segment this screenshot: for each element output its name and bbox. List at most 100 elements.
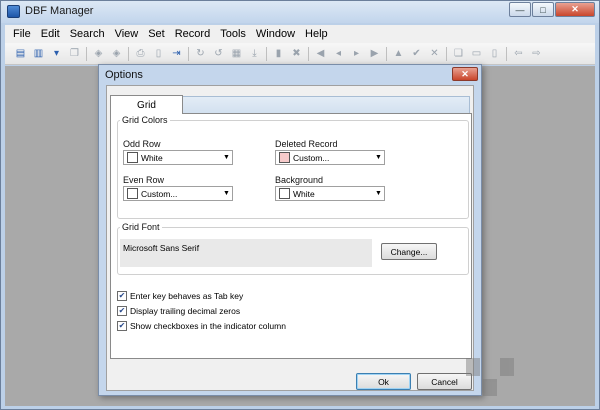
download-icon[interactable]: ⤓ <box>247 47 262 61</box>
option-enter-as-tab[interactable]: ✔ Enter key behaves as Tab key <box>117 291 243 301</box>
watermark-cell <box>483 358 497 376</box>
title-bar[interactable]: DBF Manager — □ ✕ <box>1 1 599 23</box>
chevron-down-icon: ▼ <box>223 154 230 161</box>
grid-colors-label: Grid Colors <box>120 115 170 125</box>
window-tile-h-icon[interactable]: ▭ <box>469 47 484 61</box>
background-swatch <box>279 188 290 199</box>
menu-search[interactable]: Search <box>70 28 105 40</box>
last-record-icon[interactable]: ▶ <box>367 47 382 61</box>
toolbar-separator <box>446 46 447 61</box>
menu-record[interactable]: Record <box>175 28 210 40</box>
option-trailing-zeros-label: Display trailing decimal zeros <box>130 306 241 316</box>
checkbox-enter-as-tab[interactable]: ✔ <box>117 291 127 301</box>
odd-row-swatch <box>127 152 138 163</box>
menu-bar: File Edit Search View Set Record Tools W… <box>5 25 595 43</box>
cancel-icon[interactable]: ✕ <box>427 47 442 61</box>
nav-back-icon[interactable]: ⇦ <box>511 47 526 61</box>
deleted-record-swatch <box>279 152 290 163</box>
chevron-down-icon: ▼ <box>223 190 230 197</box>
option-enter-as-tab-label: Enter key behaves as Tab key <box>130 291 244 301</box>
watermark-cell <box>466 358 480 376</box>
tab-grid[interactable]: Grid <box>110 95 183 114</box>
grid-colors-group <box>117 120 469 219</box>
option-trailing-zeros[interactable]: ✔ Display trailing decimal zeros <box>117 306 240 316</box>
pack-icon[interactable]: ✖ <box>289 47 304 61</box>
close-button[interactable]: ✕ <box>555 2 595 17</box>
print-icon[interactable]: ⎙ <box>133 47 148 61</box>
toolbar: ▤ ▥ ▾ ❐ ◈ ◈ ⎙ ▯ ⇥ ↻ ↺ ▦ ⤓ ▮ ✖ ◀ ◂ ▸ ▶ ▲ … <box>5 43 595 65</box>
tab-strip <box>183 96 470 114</box>
menu-window[interactable]: Window <box>256 28 295 40</box>
delete-icon[interactable]: ▮ <box>271 47 286 61</box>
forward-icon[interactable]: ◈ <box>109 47 124 61</box>
watermark-cell <box>500 379 514 397</box>
menu-help[interactable]: Help <box>305 28 328 40</box>
even-row-label: Even Row <box>123 175 165 185</box>
insert-icon[interactable]: ▲ <box>391 47 406 61</box>
options-dialog: Options ✕ Grid Grid Colors Odd Row White… <box>98 64 482 396</box>
prev-record-icon[interactable]: ◂ <box>331 47 346 61</box>
window-controls: — □ ✕ <box>508 2 595 17</box>
filter-icon[interactable]: ▦ <box>229 47 244 61</box>
checkbox-show-checkboxes[interactable]: ✔ <box>117 321 127 331</box>
export-icon[interactable]: ⇥ <box>169 47 184 61</box>
option-show-checkboxes[interactable]: ✔ Show checkboxes in the indicator colum… <box>117 321 286 331</box>
checkbox-trailing-zeros[interactable]: ✔ <box>117 306 127 316</box>
back-icon[interactable]: ◈ <box>91 47 106 61</box>
even-row-value: Custom... <box>141 188 178 199</box>
change-font-button[interactable]: Change... <box>381 243 437 260</box>
menu-edit[interactable]: Edit <box>41 28 60 40</box>
window-title: DBF Manager <box>25 5 94 17</box>
menu-tools[interactable]: Tools <box>220 28 246 40</box>
window-tile-v-icon[interactable]: ▯ <box>487 47 502 61</box>
cancel-button[interactable]: Cancel <box>417 373 472 390</box>
watermark-cell <box>466 379 480 397</box>
odd-row-select[interactable]: White ▼ <box>123 150 233 165</box>
deleted-record-label: Deleted Record <box>275 139 338 149</box>
menu-view[interactable]: View <box>115 28 139 40</box>
font-preview: Microsoft Sans Serif <box>120 239 372 267</box>
save-db-icon[interactable]: ▥ <box>31 47 46 61</box>
chevron-down-icon: ▼ <box>375 154 382 161</box>
preview-icon[interactable]: ▯ <box>151 47 166 61</box>
refresh-icon[interactable]: ↻ <box>193 47 208 61</box>
option-show-checkboxes-label: Show checkboxes in the indicator column <box>130 321 286 331</box>
toolbar-separator <box>506 46 507 61</box>
maximize-button[interactable]: □ <box>532 2 554 17</box>
dialog-title: Options <box>105 69 143 81</box>
background-select[interactable]: White ▼ <box>275 186 385 201</box>
ok-button[interactable]: Ok <box>356 373 411 390</box>
toolbar-separator <box>266 46 267 61</box>
even-row-swatch <box>127 188 138 199</box>
toolbar-separator <box>188 46 189 61</box>
open-db-icon[interactable]: ▤ <box>13 47 28 61</box>
dialog-close-button[interactable]: ✕ <box>452 67 478 81</box>
watermark-grid-icon <box>466 358 516 396</box>
nav-forward-icon[interactable]: ⇨ <box>529 47 544 61</box>
toolbar-separator <box>86 46 87 61</box>
window-cascade-icon[interactable]: ❏ <box>451 47 466 61</box>
copy-icon[interactable]: ❐ <box>67 47 82 61</box>
watermark-cell <box>500 358 514 376</box>
toolbar-separator <box>386 46 387 61</box>
dropdown-arrow-icon[interactable]: ▾ <box>49 47 64 61</box>
menu-set[interactable]: Set <box>148 28 165 40</box>
refresh-all-icon[interactable]: ↺ <box>211 47 226 61</box>
even-row-select[interactable]: Custom... ▼ <box>123 186 233 201</box>
background-value: White <box>293 188 315 199</box>
odd-row-value: White <box>141 152 163 163</box>
grid-font-label: Grid Font <box>120 222 162 232</box>
menu-file[interactable]: File <box>13 28 31 40</box>
first-record-icon[interactable]: ◀ <box>313 47 328 61</box>
minimize-button[interactable]: — <box>509 2 531 17</box>
toolbar-separator <box>128 46 129 61</box>
confirm-icon[interactable]: ✔ <box>409 47 424 61</box>
toolbar-separator <box>308 46 309 61</box>
deleted-record-select[interactable]: Custom... ▼ <box>275 150 385 165</box>
next-record-icon[interactable]: ▸ <box>349 47 364 61</box>
watermark-cell <box>483 378 497 396</box>
deleted-record-value: Custom... <box>293 152 330 163</box>
chevron-down-icon: ▼ <box>375 190 382 197</box>
odd-row-label: Odd Row <box>123 139 161 149</box>
app-icon <box>7 5 20 18</box>
